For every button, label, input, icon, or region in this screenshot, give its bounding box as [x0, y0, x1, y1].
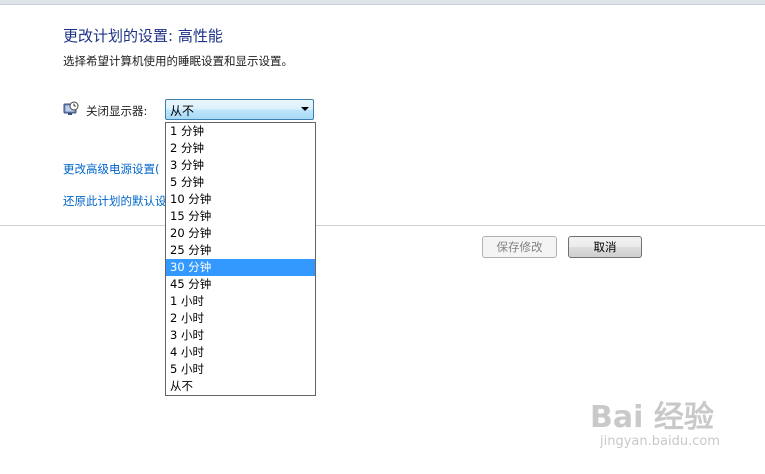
- display-off-select-value: 从不: [170, 104, 195, 118]
- dropdown-option[interactable]: 5 小时: [166, 361, 315, 378]
- dropdown-option[interactable]: 3 小时: [166, 327, 315, 344]
- dropdown-option[interactable]: 2 小时: [166, 310, 315, 327]
- divider: [0, 225, 765, 226]
- page-title: 更改计划的设置: 高性能: [63, 27, 223, 45]
- dropdown-option[interactable]: 10 分钟: [166, 191, 315, 208]
- display-off-label: 关闭显示器:: [86, 104, 148, 118]
- dropdown-option[interactable]: 20 分钟: [166, 225, 315, 242]
- monitor-clock-icon: [63, 101, 79, 115]
- watermark-logo: Bai 经验: [590, 400, 714, 435]
- watermark-url: jingyan.baidu.com: [600, 434, 720, 449]
- dropdown-option[interactable]: 5 分钟: [166, 174, 315, 191]
- dropdown-option[interactable]: 25 分钟: [166, 242, 315, 259]
- dropdown-option[interactable]: 15 分钟: [166, 208, 315, 225]
- restore-defaults-link[interactable]: 还原此计划的默认设: [63, 193, 167, 209]
- window-top-border: [0, 0, 765, 5]
- baidu-jingyan-watermark: Bai 经验 jingyan.baidu.com: [590, 392, 760, 464]
- display-off-dropdown-list: 1 分钟 2 分钟 3 分钟 5 分钟 10 分钟 15 分钟 20 分钟 25…: [165, 122, 316, 396]
- dropdown-option[interactable]: 1 分钟: [166, 123, 315, 140]
- advanced-power-settings-link[interactable]: 更改高级电源设置(: [63, 161, 160, 177]
- dropdown-option[interactable]: 1 小时: [166, 293, 315, 310]
- save-changes-button[interactable]: 保存修改: [482, 236, 557, 258]
- chevron-down-icon: [301, 107, 309, 111]
- dropdown-option[interactable]: 45 分钟: [166, 276, 315, 293]
- dropdown-option[interactable]: 2 分钟: [166, 140, 315, 157]
- dropdown-option[interactable]: 从不: [166, 378, 315, 395]
- cancel-button[interactable]: 取消: [568, 236, 642, 258]
- dropdown-option[interactable]: 3 分钟: [166, 157, 315, 174]
- dropdown-option[interactable]: 4 小时: [166, 344, 315, 361]
- display-off-select[interactable]: 从不: [165, 99, 314, 120]
- dropdown-option-highlighted[interactable]: 30 分钟: [166, 259, 315, 276]
- page-subtitle: 选择希望计算机使用的睡眠设置和显示设置。: [63, 54, 293, 68]
